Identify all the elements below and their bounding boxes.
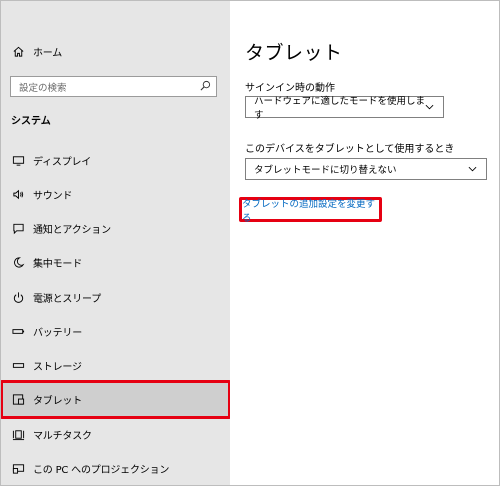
sidebar-item-notifications[interactable]: 通知とアクション (0, 211, 230, 245)
dropdown-value: タブレットモードに切り替えない (254, 165, 397, 176)
notification-icon (11, 221, 25, 235)
signin-behavior-dropdown[interactable]: ハードウェアに適したモードを使用します (245, 96, 444, 121)
sidebar-item-label: サウンド (33, 190, 73, 202)
sidebar-item-label: 集中モード (33, 258, 82, 270)
signin-behavior-label: サインイン時の動作 (245, 83, 335, 94)
battery-icon (11, 324, 25, 338)
power-icon (11, 290, 25, 304)
sidebar-item-sound[interactable]: サウンド (0, 177, 230, 211)
chevron-down-icon (425, 104, 434, 110)
moon-icon (11, 255, 25, 269)
sidebar-item-power[interactable]: 電源とスリープ (0, 280, 230, 314)
section-title: システム (11, 116, 51, 127)
sidebar-item-label: バッテリー (33, 327, 82, 339)
search-placeholder: 設定の検索 (19, 82, 67, 94)
sidebar-item-label: 電源とスリープ (33, 293, 101, 305)
sidebar-item-storage[interactable]: ストレージ (0, 348, 230, 382)
sidebar-item-display[interactable]: ディスプレイ (0, 143, 230, 177)
sidebar-item-label: ディスプレイ (33, 156, 92, 168)
tablet-highlight-box (0, 380, 231, 419)
home-nav-item[interactable]: ホーム (0, 34, 230, 68)
sidebar-item-label: マルチタスク (33, 430, 92, 442)
dropdown-value: ハードウェアに適したモードを使用します (254, 96, 426, 121)
sidebar: ホーム 設定の検索 システム ディスプレイ サウンド 通知とアクション 集中モー… (0, 0, 231, 486)
speaker-icon (11, 187, 25, 201)
monitor-icon (11, 153, 25, 167)
storage-icon (11, 358, 25, 372)
link-highlight-box: タブレットの追加設定を変更する (239, 196, 382, 224)
home-icon (11, 44, 25, 58)
search-input[interactable]: 設定の検索 (10, 76, 217, 97)
sidebar-item-projection[interactable]: この PC へのプロジェクション (0, 451, 230, 485)
projection-icon (11, 461, 25, 475)
search-icon[interactable] (200, 80, 211, 94)
sidebar-item-label: この PC へのプロジェクション (33, 464, 170, 476)
chevron-down-icon (468, 166, 477, 172)
page-title: タブレット (245, 42, 343, 64)
device-usage-label: このデバイスをタブレットとして使用するとき (245, 144, 455, 155)
additional-tablet-settings-link[interactable]: タブレットの追加設定を変更する (242, 196, 379, 224)
device-usage-dropdown[interactable]: タブレットモードに切り替えない (245, 158, 487, 180)
main-content: タブレット サインイン時の動作 ハードウェアに適したモードを使用します このデバ… (230, 0, 500, 486)
sidebar-item-label: 通知とアクション (33, 224, 111, 236)
sidebar-item-battery[interactable]: バッテリー (0, 314, 230, 348)
sidebar-item-multitasking[interactable]: マルチタスク (0, 417, 230, 451)
home-label: ホーム (33, 47, 63, 59)
sidebar-item-focus[interactable]: 集中モード (0, 245, 230, 279)
multitask-icon (11, 427, 25, 441)
sidebar-item-label: ストレージ (33, 361, 82, 373)
